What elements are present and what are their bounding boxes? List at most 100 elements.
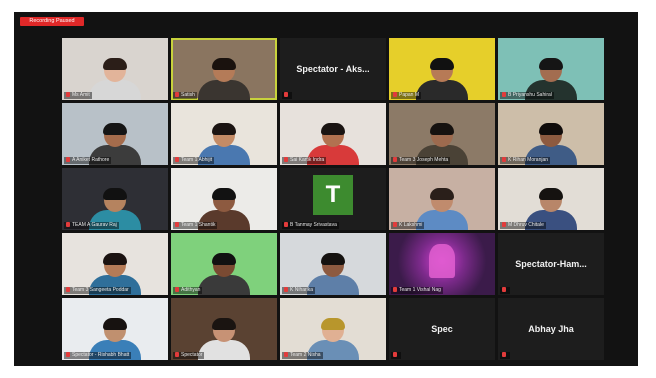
recording-paused-badge[interactable]: Recording Paused [20, 17, 84, 26]
participant-display-name: Abhay Jha [528, 324, 574, 334]
participant-video [416, 58, 468, 100]
participant-tile[interactable]: Team 3 Joseph Mehta [389, 103, 495, 165]
participant-tile[interactable]: Ms Amit [62, 38, 168, 100]
muted-mic-icon [175, 222, 179, 227]
muted-mic-icon [284, 92, 288, 97]
participant-tile[interactable]: T B Tanmay Srivastava [280, 168, 386, 230]
participant-name-label: Satish [173, 92, 197, 99]
participant-name-label: Sai Kartik Indra [282, 157, 327, 164]
muted-mic-icon [393, 287, 397, 292]
participant-name: A Aniket Rathore [72, 157, 110, 163]
participant-name-label: Ms Amit [64, 92, 92, 99]
participant-name-label: B Tanmay Srivastava [282, 222, 339, 229]
muted-mic-icon [502, 222, 506, 227]
participant-tile[interactable]: TEAM A Gaurav Raj [62, 168, 168, 230]
participant-name-label [500, 352, 510, 359]
participant-name: Team 1 Shantik [181, 222, 216, 228]
participant-name-label: Papan M [391, 92, 422, 99]
participant-display-name: Spec [431, 324, 453, 334]
muted-mic-icon [66, 222, 70, 227]
participant-tile[interactable]: Team 1 Shantik [171, 168, 277, 230]
participant-tile[interactable]: Spectator - Aks... [280, 38, 386, 100]
muted-mic-icon [502, 287, 506, 292]
participant-name-label: Team 1 Shantik [173, 222, 218, 229]
participant-name: Sai Kartik Indra [290, 157, 325, 163]
participant-name-label: Adithyan [173, 287, 203, 294]
participant-name-label [500, 287, 510, 294]
participant-name: M Dhruv Chitale [508, 222, 544, 228]
participant-name: K Rihan Moranjan [508, 157, 549, 163]
profile-picture [429, 244, 455, 278]
participant-gallery: Ms Amit Satish Spectator - Aks... Papan M B … [62, 38, 605, 360]
muted-mic-icon [284, 287, 288, 292]
muted-mic-icon [66, 157, 70, 162]
participant-name: Team 3 Joseph Mehta [399, 157, 449, 163]
participant-tile[interactable]: Abhay Jha [498, 298, 604, 360]
participant-name: Team 3 Sangeeta Poddar [72, 287, 129, 293]
participant-name-label: K Rihan Moranjan [500, 157, 551, 164]
participant-tile[interactable]: K Niharika [280, 233, 386, 295]
muted-mic-icon [502, 92, 506, 97]
muted-mic-icon [175, 352, 179, 357]
participant-name-label: Spectator [173, 352, 205, 359]
muted-mic-icon [66, 92, 70, 97]
muted-mic-icon [284, 222, 288, 227]
participant-video [198, 253, 250, 295]
muted-mic-icon [175, 287, 179, 292]
participant-tile[interactable]: M Dhruv Chitale [498, 168, 604, 230]
muted-mic-icon [393, 352, 397, 357]
participant-tile[interactable]: Spectator-Ham... [498, 233, 604, 295]
muted-mic-icon [393, 157, 397, 162]
participant-tile[interactable]: B Priyanshu Sahiral [498, 38, 604, 100]
participant-name-label: B Priyanshu Sahiral [500, 92, 554, 99]
muted-mic-icon [393, 92, 397, 97]
participant-display-name: Spectator - Aks... [296, 64, 370, 74]
participant-name-label: A Aniket Rathore [64, 157, 112, 164]
participant-name: Spectator - Rishabh Bhatt [72, 352, 130, 358]
participant-name: Spectator [181, 352, 203, 358]
muted-mic-icon [284, 157, 288, 162]
participant-name: B Priyanshu Sahiral [508, 92, 552, 98]
participant-name-label: Team 3 Sangeeta Poddar [64, 287, 131, 294]
participant-name-label: Team 1 Abhijit [173, 157, 215, 164]
muted-mic-icon [175, 157, 179, 162]
participant-name: K Lakshmi [399, 222, 423, 228]
participant-tile[interactable]: Team 3 Sangeeta Poddar [62, 233, 168, 295]
participant-name-label: Team 2 Nisha [282, 352, 323, 359]
participant-tile[interactable]: Sai Kartik Indra [280, 103, 386, 165]
meeting-window: Recording Paused Ms Amit Satish Spectator … [14, 12, 638, 366]
muted-mic-icon [393, 222, 397, 227]
muted-mic-icon [66, 352, 70, 357]
participant-name: Team 2 Nisha [290, 352, 321, 358]
participant-tile[interactable]: K Rihan Moranjan [498, 103, 604, 165]
participant-name: Team 1 Vishal Nag [399, 287, 441, 293]
participant-name: Papan M [399, 92, 420, 98]
participant-video [198, 318, 250, 360]
participant-tile[interactable]: Team 1 Abhijit [171, 103, 277, 165]
muted-mic-icon [284, 352, 288, 357]
participant-tile[interactable]: A Aniket Rathore [62, 103, 168, 165]
participant-display-name: Spectator-Ham... [515, 259, 587, 269]
participant-tile[interactable]: Papan M [389, 38, 495, 100]
participant-tile[interactable]: Team 2 Nisha [280, 298, 386, 360]
participant-video [89, 58, 141, 100]
muted-mic-icon [66, 287, 70, 292]
participant-name-label [282, 92, 292, 99]
participant-tile[interactable]: Spectator [171, 298, 277, 360]
participant-name-label: K Niharika [282, 287, 316, 294]
participant-name: B Tanmay Srivastava [290, 222, 337, 228]
participant-tile[interactable]: Satish [171, 38, 277, 100]
participant-name-label [391, 352, 401, 359]
participant-tile[interactable]: Team 1 Vishal Nag [389, 233, 495, 295]
participant-name: TEAM A Gaurav Raj [72, 222, 117, 228]
participant-name-label: Team 3 Joseph Mehta [391, 157, 451, 164]
participant-name-label: Team 1 Vishal Nag [391, 287, 443, 294]
participant-tile[interactable]: Spectator - Rishabh Bhatt [62, 298, 168, 360]
participant-tile[interactable]: K Lakshmi [389, 168, 495, 230]
participant-name-label: TEAM A Gaurav Raj [64, 222, 119, 229]
participant-tile[interactable]: Adithyan [171, 233, 277, 295]
participant-tile[interactable]: Spec [389, 298, 495, 360]
avatar: T [313, 175, 353, 215]
participant-name-label: Spectator - Rishabh Bhatt [64, 352, 132, 359]
participant-name-label: K Lakshmi [391, 222, 425, 229]
